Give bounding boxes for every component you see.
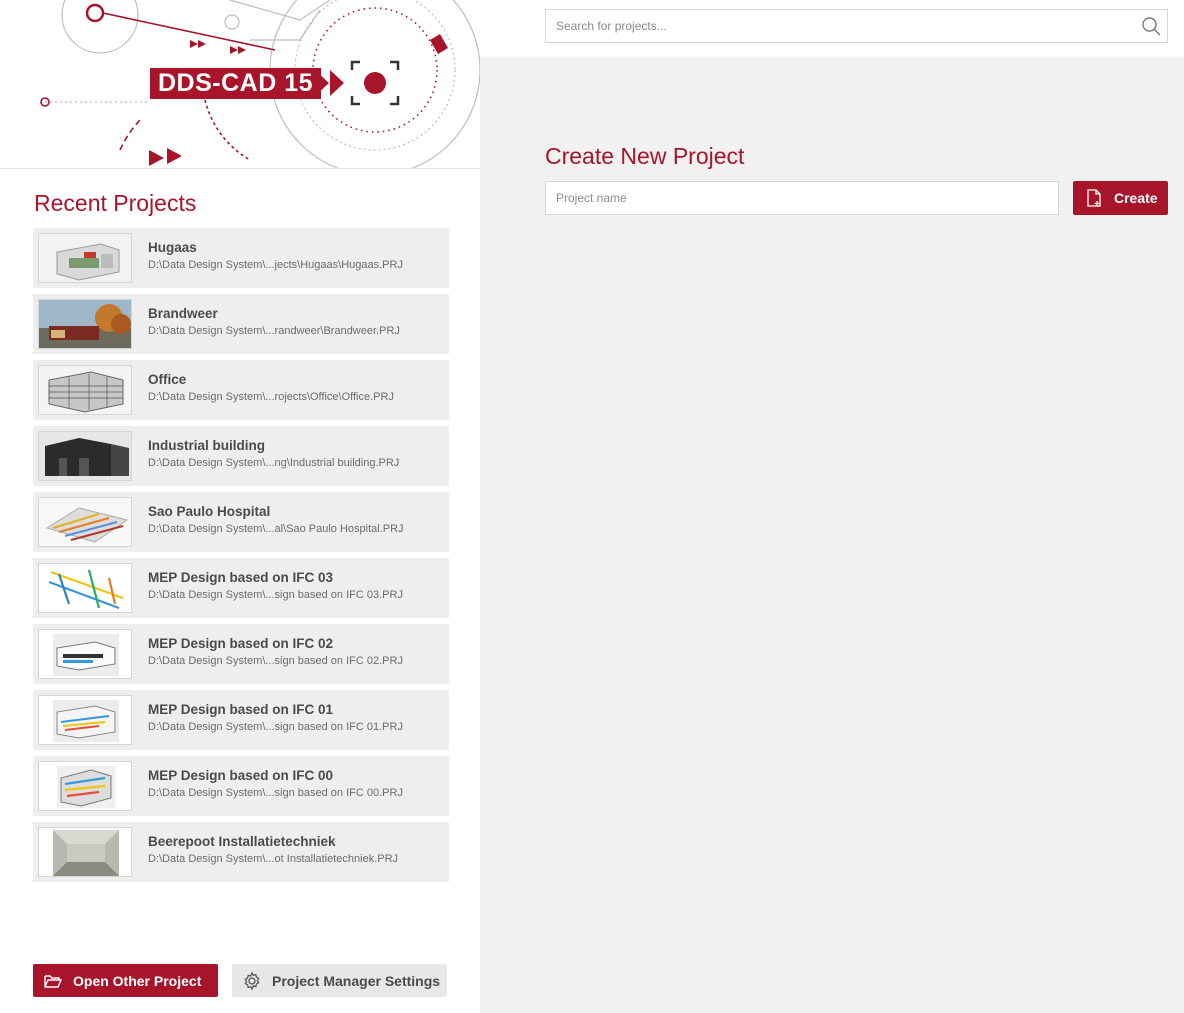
search-box <box>545 9 1168 43</box>
project-manager-settings-label: Project Manager Settings <box>272 972 441 989</box>
recent-project-item[interactable]: Hugaas D:\Data Design System\...jects\Hug… <box>33 228 449 288</box>
banner-divider <box>0 168 480 169</box>
project-name: MEP Design based on IFC 03 <box>148 570 334 585</box>
recent-project-item[interactable]: MEP Design based on IFC 03 D:\Data Design… <box>33 558 449 618</box>
recent-project-item[interactable]: MEP Design based on IFC 01 D:\Data Design… <box>33 690 449 750</box>
search-bar-area <box>480 0 1184 57</box>
project-name: Office <box>148 372 187 387</box>
open-other-project-label: Open Other Project <box>73 972 202 989</box>
project-thumbnail <box>38 299 132 349</box>
project-thumbnail <box>38 761 132 811</box>
project-name: Sao Paulo Hospital <box>148 504 271 519</box>
recent-project-item[interactable]: MEP Design based on IFC 02 D:\Data Design… <box>33 624 449 684</box>
folder-open-icon <box>43 971 63 991</box>
left-panel: DDS-CAD 15 Recent Projects Hugaas D:\Data… <box>0 0 480 1013</box>
project-thumbnail <box>38 629 132 679</box>
recent-project-item[interactable]: Sao Paulo Hospital D:\Data Design System\… <box>33 492 449 552</box>
create-button-label: Create <box>1114 190 1158 206</box>
search-icon[interactable] <box>1141 16 1161 36</box>
project-thumbnail <box>38 497 132 547</box>
project-thumbnail <box>38 563 132 613</box>
project-name: Industrial building <box>148 438 265 453</box>
project-name: Beerepoot Installatietechniek <box>148 834 336 849</box>
recent-project-item[interactable]: Beerepoot Installatietechniek D:\Data Des… <box>33 822 449 882</box>
project-thumbnail <box>38 365 132 415</box>
project-thumbnail <box>38 431 132 481</box>
gear-icon <box>242 971 262 991</box>
project-manager-settings-button[interactable]: Project Manager Settings <box>232 964 447 997</box>
create-button[interactable]: Create <box>1073 181 1168 215</box>
project-name: MEP Design based on IFC 00 <box>148 768 334 783</box>
create-new-project-title: Create New Project <box>545 143 745 169</box>
project-path: D:\Data Design System\...al\Sao Paulo Ho… <box>148 523 404 535</box>
right-panel: Create New Project Create <box>480 0 1184 1013</box>
project-path: D:\Data Design System\...ng\Industrial b… <box>148 457 400 469</box>
brand-banner: DDS-CAD 15 <box>0 0 480 168</box>
project-name: MEP Design based on IFC 01 <box>148 702 334 717</box>
recent-project-item[interactable]: MEP Design based on IFC 00 D:\Data Design… <box>33 756 449 816</box>
product-logo: DDS-CAD 15 <box>150 68 322 99</box>
project-path: D:\Data Design System\...jects\Hugaas\Hu… <box>148 259 403 271</box>
project-path: D:\Data Design System\...sign based on I… <box>148 589 403 601</box>
project-path: D:\Data Design System\...sign based on I… <box>148 721 403 733</box>
project-thumbnail <box>38 827 132 877</box>
recent-project-item[interactable]: Industrial building D:\Data Design System… <box>33 426 449 486</box>
project-name-input[interactable] <box>546 182 1058 214</box>
project-name: MEP Design based on IFC 02 <box>148 636 334 651</box>
project-path: D:\Data Design System\...ot Installatiet… <box>148 853 399 865</box>
recent-projects-list: Hugaas D:\Data Design System\...jects\Hug… <box>33 228 449 888</box>
project-path: D:\Data Design System\...rojects\Office\… <box>148 391 394 403</box>
project-path: D:\Data Design System\...randweer\Brandw… <box>148 325 400 337</box>
project-thumbnail <box>38 233 132 283</box>
recent-project-item[interactable]: Brandweer D:\Data Design System\...randwe… <box>33 294 449 354</box>
project-thumbnail <box>38 695 132 745</box>
recent-project-item[interactable]: Office D:\Data Design System\...rojects\O… <box>33 360 449 420</box>
project-path: D:\Data Design System\...sign based on I… <box>148 655 403 667</box>
project-name: Hugaas <box>148 240 197 255</box>
new-document-icon <box>1084 188 1104 208</box>
recent-projects-title: Recent Projects <box>34 190 197 216</box>
search-input[interactable] <box>546 10 1106 42</box>
project-path: D:\Data Design System\...sign based on I… <box>148 787 403 799</box>
project-name: Brandweer <box>148 306 218 321</box>
open-other-project-button[interactable]: Open Other Project <box>33 964 218 997</box>
project-name-box <box>545 181 1059 215</box>
